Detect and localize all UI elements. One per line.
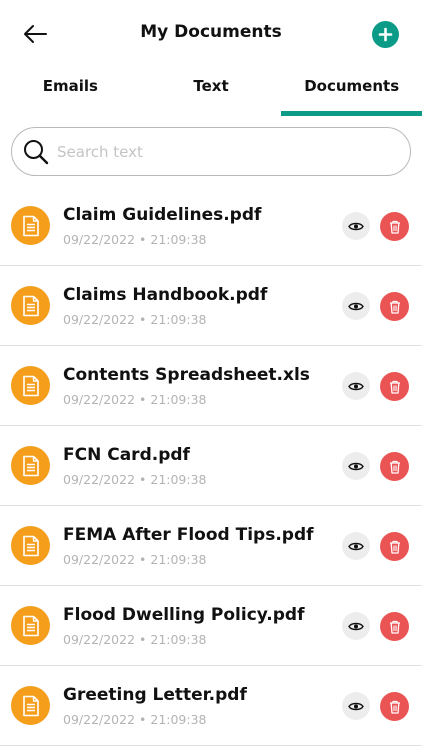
view-button[interactable] <box>342 532 370 560</box>
view-button[interactable] <box>342 612 370 640</box>
document-icon <box>11 286 50 325</box>
document-list: Claim Guidelines.pdf 09/22/2022 • 21:09:… <box>0 186 422 746</box>
document-row[interactable]: Greeting Letter.pdf 09/22/2022 • 21:09:3… <box>0 666 422 746</box>
document-date: 09/22/2022 • 21:09:38 <box>63 232 207 247</box>
app-header: My Documents <box>0 0 422 68</box>
tab-label: Documents <box>304 77 400 95</box>
tab-label: Text <box>193 77 229 95</box>
document-icon <box>11 206 50 245</box>
document-name: Claims Handbook.pdf <box>63 285 268 305</box>
eye-icon <box>348 462 364 470</box>
search-icon <box>21 137 51 167</box>
eye-icon <box>348 622 364 630</box>
tab-emails[interactable]: Emails <box>0 68 141 116</box>
document-icon <box>11 446 50 485</box>
delete-button[interactable] <box>380 532 409 561</box>
document-icon <box>11 606 50 645</box>
trash-icon <box>389 380 400 394</box>
document-name: Contents Spreadsheet.xls <box>63 365 310 385</box>
document-date: 09/22/2022 • 21:09:38 <box>63 392 207 407</box>
view-button[interactable] <box>342 212 370 240</box>
document-row[interactable]: Flood Dwelling Policy.pdf 09/22/2022 • 2… <box>0 586 422 666</box>
document-name: FCN Card.pdf <box>63 445 190 465</box>
tab-documents[interactable]: Documents <box>281 68 422 116</box>
document-row[interactable]: Contents Spreadsheet.xls 09/22/2022 • 21… <box>0 346 422 426</box>
search-bar <box>11 127 411 176</box>
trash-icon <box>389 220 400 234</box>
trash-icon <box>389 300 400 314</box>
delete-button[interactable] <box>380 292 409 321</box>
tab-label: Emails <box>42 77 98 95</box>
document-icon <box>11 366 50 405</box>
eye-icon <box>348 542 364 550</box>
tab-text[interactable]: Text <box>141 68 282 116</box>
trash-icon <box>389 620 400 634</box>
view-button[interactable] <box>342 372 370 400</box>
delete-button[interactable] <box>380 212 409 241</box>
document-date: 09/22/2022 • 21:09:38 <box>63 712 207 727</box>
document-name: Flood Dwelling Policy.pdf <box>63 605 305 625</box>
eye-icon <box>348 702 364 710</box>
eye-icon <box>348 302 364 310</box>
tab-bar: Emails Text Documents <box>0 68 422 116</box>
delete-button[interactable] <box>380 612 409 641</box>
document-date: 09/22/2022 • 21:09:38 <box>63 472 207 487</box>
eye-icon <box>348 222 364 230</box>
plus-icon <box>378 27 393 42</box>
page-title: My Documents <box>140 22 282 42</box>
document-name: FEMA After Flood Tips.pdf <box>63 525 314 545</box>
document-name: Claim Guidelines.pdf <box>63 205 262 225</box>
view-button[interactable] <box>342 452 370 480</box>
document-row[interactable]: FEMA After Flood Tips.pdf 09/22/2022 • 2… <box>0 506 422 586</box>
document-row[interactable]: Claim Guidelines.pdf 09/22/2022 • 21:09:… <box>0 186 422 266</box>
delete-button[interactable] <box>380 692 409 721</box>
add-document-button[interactable] <box>372 21 399 48</box>
view-button[interactable] <box>342 292 370 320</box>
trash-icon <box>389 700 400 714</box>
document-icon <box>11 686 50 725</box>
trash-icon <box>389 460 400 474</box>
document-row[interactable]: Claims Handbook.pdf 09/22/2022 • 21:09:3… <box>0 266 422 346</box>
document-icon <box>11 526 50 565</box>
document-date: 09/22/2022 • 21:09:38 <box>63 312 207 327</box>
document-name: Greeting Letter.pdf <box>63 685 247 705</box>
document-date: 09/22/2022 • 21:09:38 <box>63 552 207 567</box>
view-button[interactable] <box>342 692 370 720</box>
search-input[interactable] <box>57 142 377 161</box>
delete-button[interactable] <box>380 452 409 481</box>
document-date: 09/22/2022 • 21:09:38 <box>63 632 207 647</box>
document-row[interactable]: FCN Card.pdf 09/22/2022 • 21:09:38 <box>0 426 422 506</box>
delete-button[interactable] <box>380 372 409 401</box>
trash-icon <box>389 540 400 554</box>
eye-icon <box>348 382 364 390</box>
